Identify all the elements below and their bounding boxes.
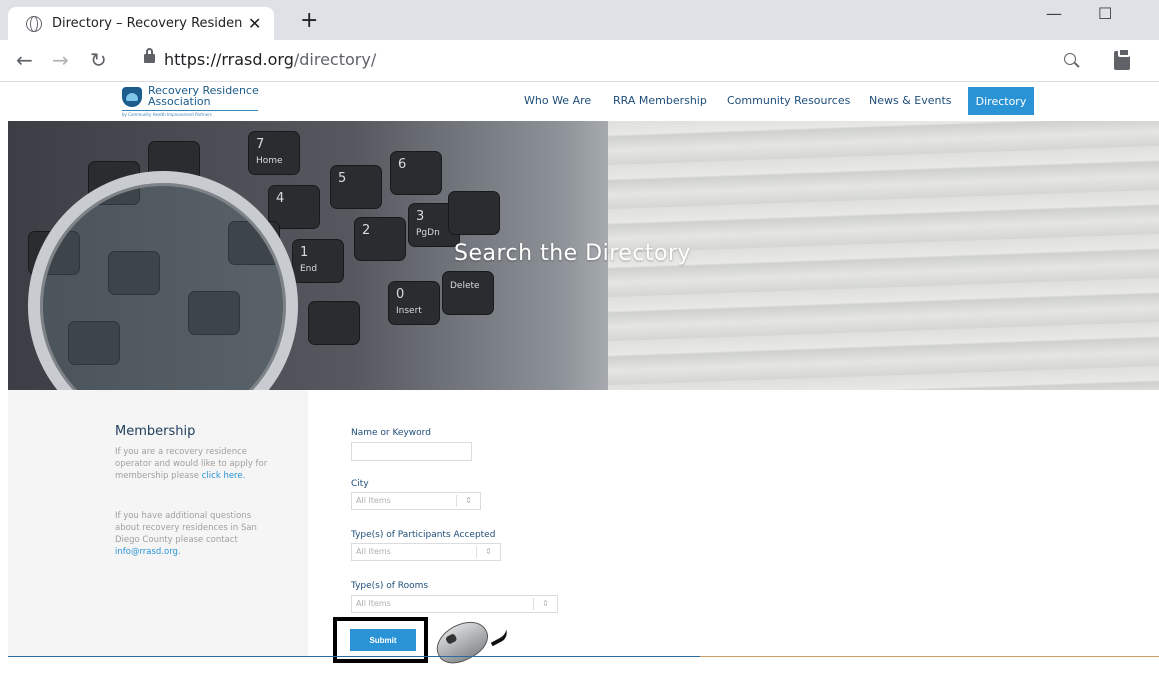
key: 5: [330, 165, 382, 209]
nav-community-resources[interactable]: Community Resources: [727, 94, 850, 107]
key: [448, 191, 500, 235]
submit-button[interactable]: Submit: [350, 629, 416, 651]
key: 7 Home: [248, 131, 300, 175]
computer-mouse-image: [429, 613, 511, 675]
sidebar-para2: If you have additional questions about r…: [115, 511, 257, 545]
select-arrows-icon: ⇕: [476, 546, 500, 558]
key: 2: [354, 217, 406, 261]
nav-directory[interactable]: Directory: [968, 87, 1034, 115]
logo-tagline: by Community Health Improvement Partners: [122, 112, 212, 117]
select-arrows-icon: ⇕: [533, 598, 557, 610]
browser-toolbar: ← → ↻ https://rrasd.org/directory/: [0, 40, 1159, 82]
mouse-cord: [486, 624, 511, 647]
logo-divider: [122, 110, 258, 111]
tab-title: Directory – Recovery Residence A: [52, 16, 242, 31]
hero-banner: 7 Home 4 5 6 1 End 2 3 PgDn 0 Insert Delete …: [8, 121, 1159, 390]
close-icon[interactable]: ✕: [248, 14, 261, 33]
rooms-select-value: All Items: [356, 599, 391, 608]
lock-icon: [144, 48, 155, 63]
url-path: /directory/: [293, 50, 377, 69]
key: Delete: [442, 271, 494, 315]
footer-accent-line: [700, 656, 1159, 657]
rooms-label: Type(s) of Rooms: [351, 581, 429, 591]
sidebar-membership-text: If you are a recovery residence operator…: [115, 446, 275, 482]
url-domain: https://rrasd.org: [164, 50, 294, 69]
forward-arrow-icon[interactable]: →: [52, 48, 69, 72]
clipboard-icon[interactable]: [1114, 48, 1130, 70]
browser-tab-bar: Directory – Recovery Residence A ✕ + — ☐: [0, 0, 1159, 40]
click-here-link[interactable]: click here.: [202, 471, 246, 481]
keyword-label: Name or Keyword: [351, 428, 431, 438]
logo-house-icon: [122, 87, 142, 107]
participants-select[interactable]: All Items ⇕: [351, 543, 501, 561]
city-label: City: [351, 479, 369, 489]
contact-email-link[interactable]: info@rrasd.org.: [115, 547, 181, 557]
participants-select-value: All Items: [356, 547, 391, 556]
nav-who-we-are[interactable]: Who We Are: [524, 94, 591, 107]
key: 6: [390, 151, 442, 195]
key: 1 End: [292, 239, 344, 283]
zoom-icon[interactable]: [1064, 53, 1076, 65]
site-header: Recovery Residence Association by Commun…: [0, 83, 1159, 121]
key: 0 Insert: [388, 281, 440, 325]
reload-icon[interactable]: ↻: [90, 48, 107, 72]
sidebar-contact-text: If you have additional questions about r…: [115, 510, 275, 558]
city-select-value: All Items: [356, 496, 391, 505]
participants-label: Type(s) of Participants Accepted: [351, 530, 496, 540]
mouse-body: [429, 613, 495, 671]
select-arrows-icon: ⇕: [456, 495, 480, 507]
address-bar[interactable]: https://rrasd.org/directory/: [164, 50, 376, 69]
city-select[interactable]: All Items ⇕: [351, 492, 481, 510]
browser-tab[interactable]: Directory – Recovery Residence A ✕: [8, 7, 274, 40]
globe-icon: [26, 15, 42, 32]
hero-title: Search the Directory: [454, 241, 692, 266]
logo-name: Recovery Residence Association: [148, 85, 278, 107]
key: [308, 301, 360, 345]
logo-line2: Association: [148, 95, 211, 108]
new-tab-button[interactable]: +: [300, 8, 318, 33]
site-logo[interactable]: Recovery Residence Association by Commun…: [120, 85, 280, 119]
minimize-button[interactable]: —: [1046, 4, 1062, 23]
nav-rra-membership[interactable]: RRA Membership: [613, 94, 707, 107]
back-arrow-icon[interactable]: ←: [16, 48, 33, 72]
sidebar-title: Membership: [115, 424, 196, 439]
nav-news-events[interactable]: News & Events: [869, 94, 952, 107]
rooms-select[interactable]: All Items ⇕: [351, 595, 558, 613]
maximize-button[interactable]: ☐: [1098, 4, 1112, 23]
keyword-input[interactable]: [351, 442, 472, 461]
magnifying-glass-image: [28, 171, 298, 390]
